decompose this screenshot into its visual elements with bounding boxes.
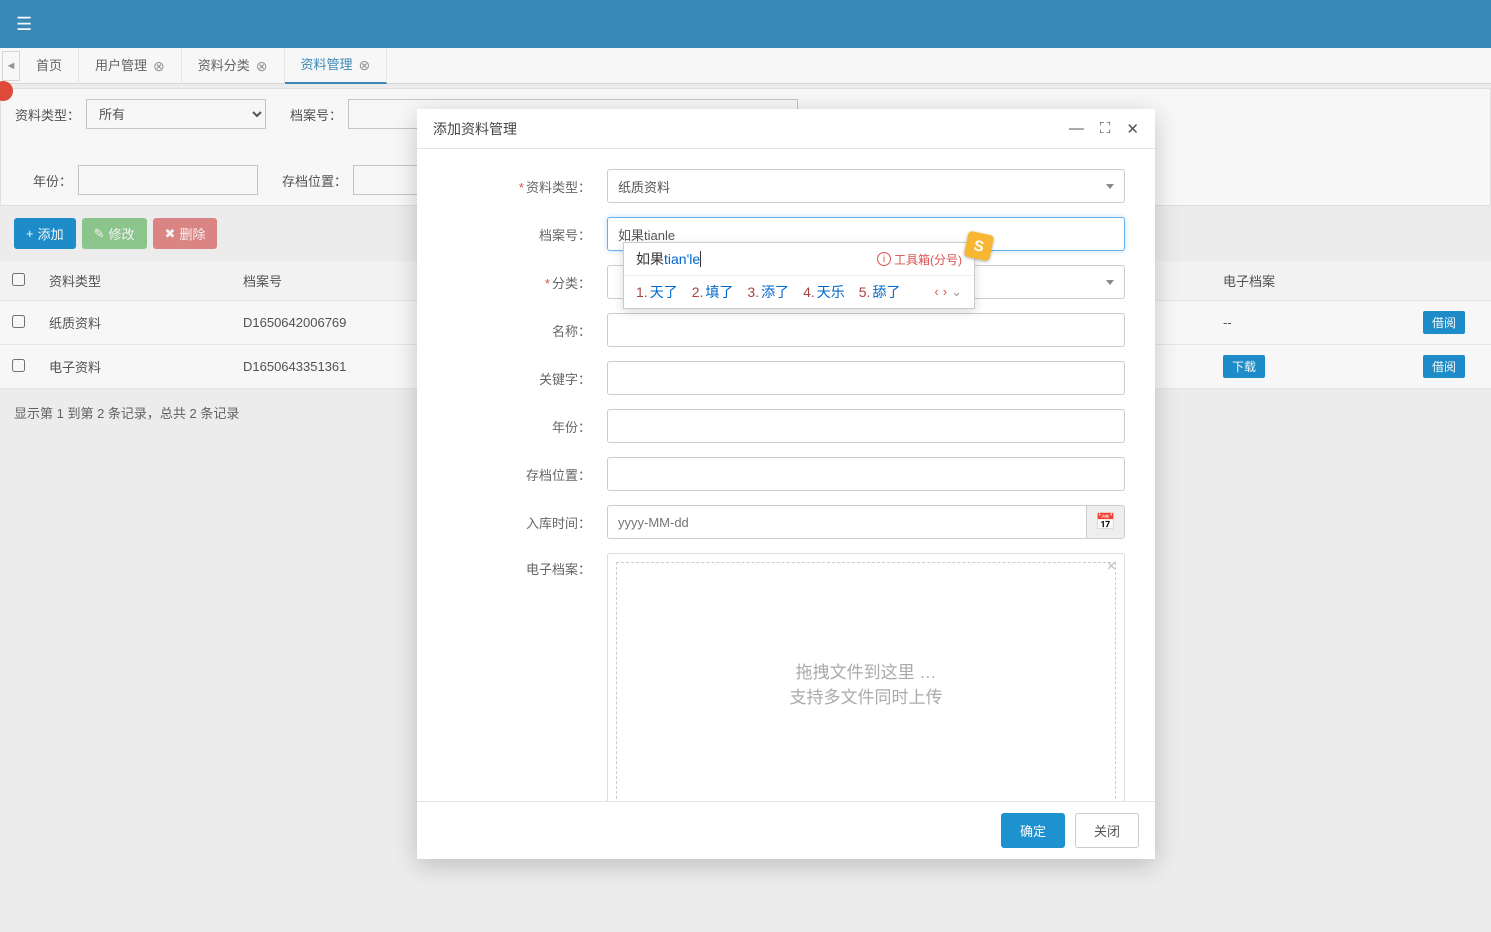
field-archive-label: 档案号： xyxy=(447,225,607,244)
maximize-icon[interactable]: ⛶ xyxy=(1100,120,1111,138)
ime-candidate-list: 1.天了 2.填了 3.添了 4.天乐 5.舔了 ‹ › ⌄ xyxy=(624,276,974,308)
chevron-down-icon xyxy=(1106,184,1114,189)
field-name-label: 名称： xyxy=(447,321,607,340)
calendar-icon[interactable]: 📅 xyxy=(1087,505,1125,539)
ime-candidate[interactable]: 4.天乐 xyxy=(803,282,845,302)
field-category-label: *分类： xyxy=(447,273,607,292)
field-year-input[interactable] xyxy=(607,409,1125,443)
modal-header: 添加资料管理 — ⛶ ✕ xyxy=(417,109,1155,149)
field-year-label: 年份： xyxy=(447,417,607,436)
dropzone[interactable]: 拖拽文件到这里 … 支持多文件同时上传 xyxy=(616,562,1116,801)
sogou-icon: S xyxy=(964,231,995,262)
field-location-label: 存档位置： xyxy=(447,465,607,484)
close-button[interactable]: 关闭 xyxy=(1075,813,1139,848)
modal-title: 添加资料管理 xyxy=(433,119,517,139)
ime-candidate[interactable]: 5.舔了 xyxy=(859,282,901,302)
field-intime-input[interactable] xyxy=(607,505,1087,539)
field-efile-label: 电子档案： xyxy=(447,553,607,578)
field-keyword-input[interactable] xyxy=(607,361,1125,395)
ime-candidate[interactable]: 3.添了 xyxy=(747,282,789,302)
select-value: 纸质资料 xyxy=(618,177,670,196)
field-location-input[interactable] xyxy=(607,457,1125,491)
field-type-label: *资料类型： xyxy=(447,177,607,196)
minimize-icon[interactable]: — xyxy=(1069,120,1084,138)
drop-text-2: 支持多文件同时上传 xyxy=(790,683,943,708)
ime-candidate-popup: S 如果tian'le i工具箱(分号) 1.天了 2.填了 3.添了 4.天乐… xyxy=(623,242,975,309)
field-intime-label: 入库时间： xyxy=(447,513,607,532)
field-type-select[interactable]: 纸质资料 xyxy=(607,169,1125,203)
confirm-button[interactable]: 确定 xyxy=(1001,813,1065,848)
ime-next-icon[interactable]: › xyxy=(943,284,947,300)
drop-text-1: 拖拽文件到这里 … xyxy=(796,658,937,683)
upload-area[interactable]: × 拖拽文件到这里 … 支持多文件同时上传 xyxy=(607,553,1125,801)
add-material-modal: 添加资料管理 — ⛶ ✕ *资料类型： 纸质资料 档案号： *分类： 名称： 关… xyxy=(417,109,1155,859)
ime-prev-icon[interactable]: ‹ xyxy=(934,284,938,300)
close-icon[interactable]: ✕ xyxy=(1126,120,1139,138)
ime-toolbox[interactable]: i工具箱(分号) xyxy=(877,251,962,268)
ime-composition: 如果tian'le xyxy=(636,249,701,269)
ime-more-icon[interactable]: ⌄ xyxy=(951,284,962,300)
info-icon: i xyxy=(877,252,891,266)
ime-candidate[interactable]: 1.天了 xyxy=(636,282,678,302)
chevron-down-icon xyxy=(1106,280,1114,285)
field-keyword-label: 关键字： xyxy=(447,369,607,388)
field-name-input[interactable] xyxy=(607,313,1125,347)
ime-candidate[interactable]: 2.填了 xyxy=(692,282,734,302)
close-icon[interactable]: × xyxy=(1107,558,1116,576)
modal-footer: 确定 关闭 xyxy=(417,801,1155,859)
